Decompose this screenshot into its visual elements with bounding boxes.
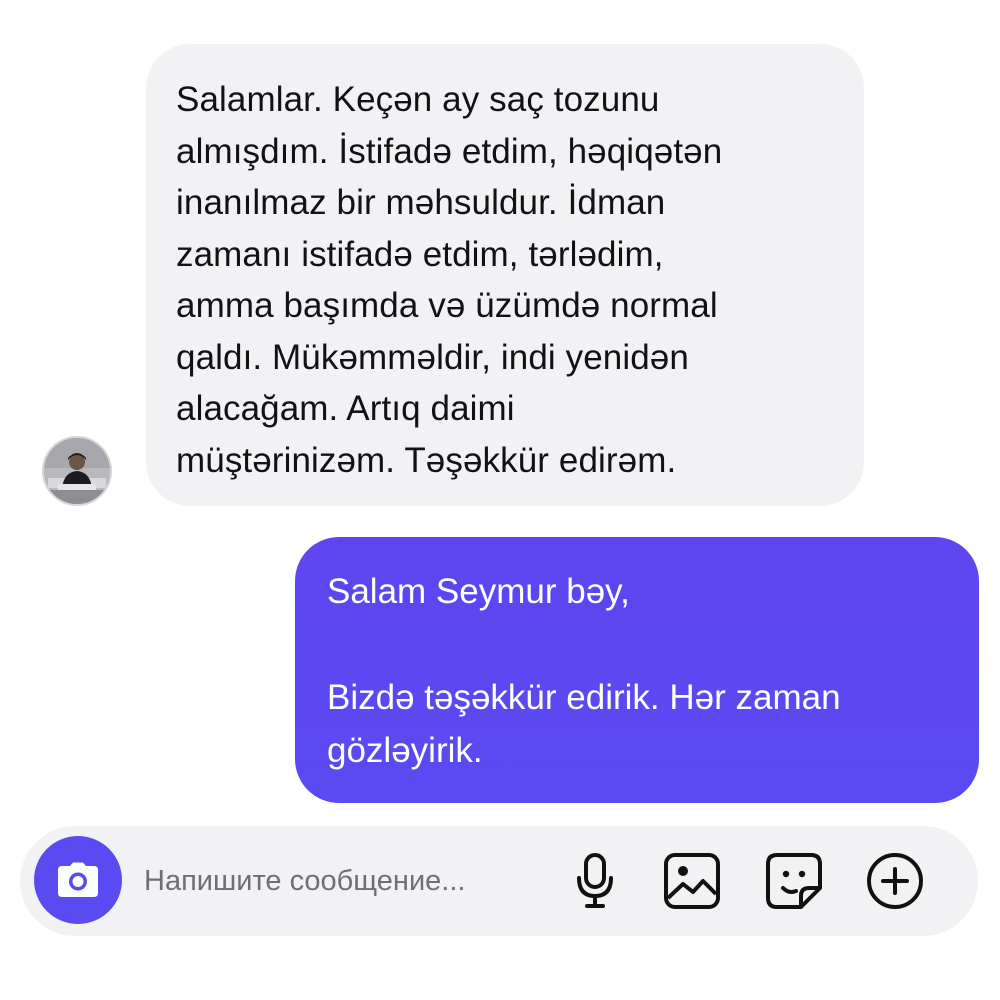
message-line: müştərinizəm. Təşəkkür edirəm.: [176, 440, 677, 480]
message-line: qaldı. Mükəmməldir, indi yenidən: [176, 337, 689, 377]
microphone-icon: [577, 853, 613, 908]
message-line: Salamlar. Keçən ay saç tozunu: [176, 80, 660, 119]
outgoing-message-bubble[interactable]: Salam Seymur bəy, Bizdə təşəkkür edirik.…: [295, 537, 979, 803]
message-input[interactable]: [144, 854, 544, 908]
message-line: almışdım. İstifadə etdim, həqiqətən: [176, 131, 723, 171]
sticker-icon: [766, 853, 822, 909]
message-line: Salam Seymur bəy,: [327, 572, 630, 611]
voice-message-button[interactable]: [564, 850, 626, 912]
gallery-button[interactable]: [661, 850, 723, 912]
outgoing-message-text: Salam Seymur bəy, Bizdə təşəkkür edirik.…: [327, 565, 959, 777]
incoming-message-text: Salamlar. Keçən ay saç tozunu almışdım. …: [176, 74, 834, 486]
camera-button[interactable]: [34, 836, 122, 924]
message-line: Bizdə təşəkkür edirik. Hər zaman: [327, 678, 841, 717]
incoming-message-bubble[interactable]: Salamlar. Keçən ay saç tozunu almışdım. …: [146, 44, 864, 506]
message-line: gözləyirik.: [327, 731, 483, 770]
contact-avatar[interactable]: [42, 436, 112, 506]
add-icon: [867, 853, 923, 909]
message-line: alacağam. Artıq daimi: [176, 389, 515, 428]
message-composer: [20, 826, 978, 936]
gallery-icon: [664, 853, 720, 909]
message-line: zamanı istifadə etdim, tərlədim,: [176, 234, 664, 274]
contact-avatar-photo: [44, 438, 110, 504]
add-attachment-button[interactable]: [864, 850, 926, 912]
message-line: inanılmaz bir məhsuldur. İdman: [176, 183, 666, 222]
message-line: amma başımda və üzümdə normal: [176, 286, 718, 325]
sticker-button[interactable]: [763, 850, 825, 912]
camera-icon: [58, 862, 98, 897]
